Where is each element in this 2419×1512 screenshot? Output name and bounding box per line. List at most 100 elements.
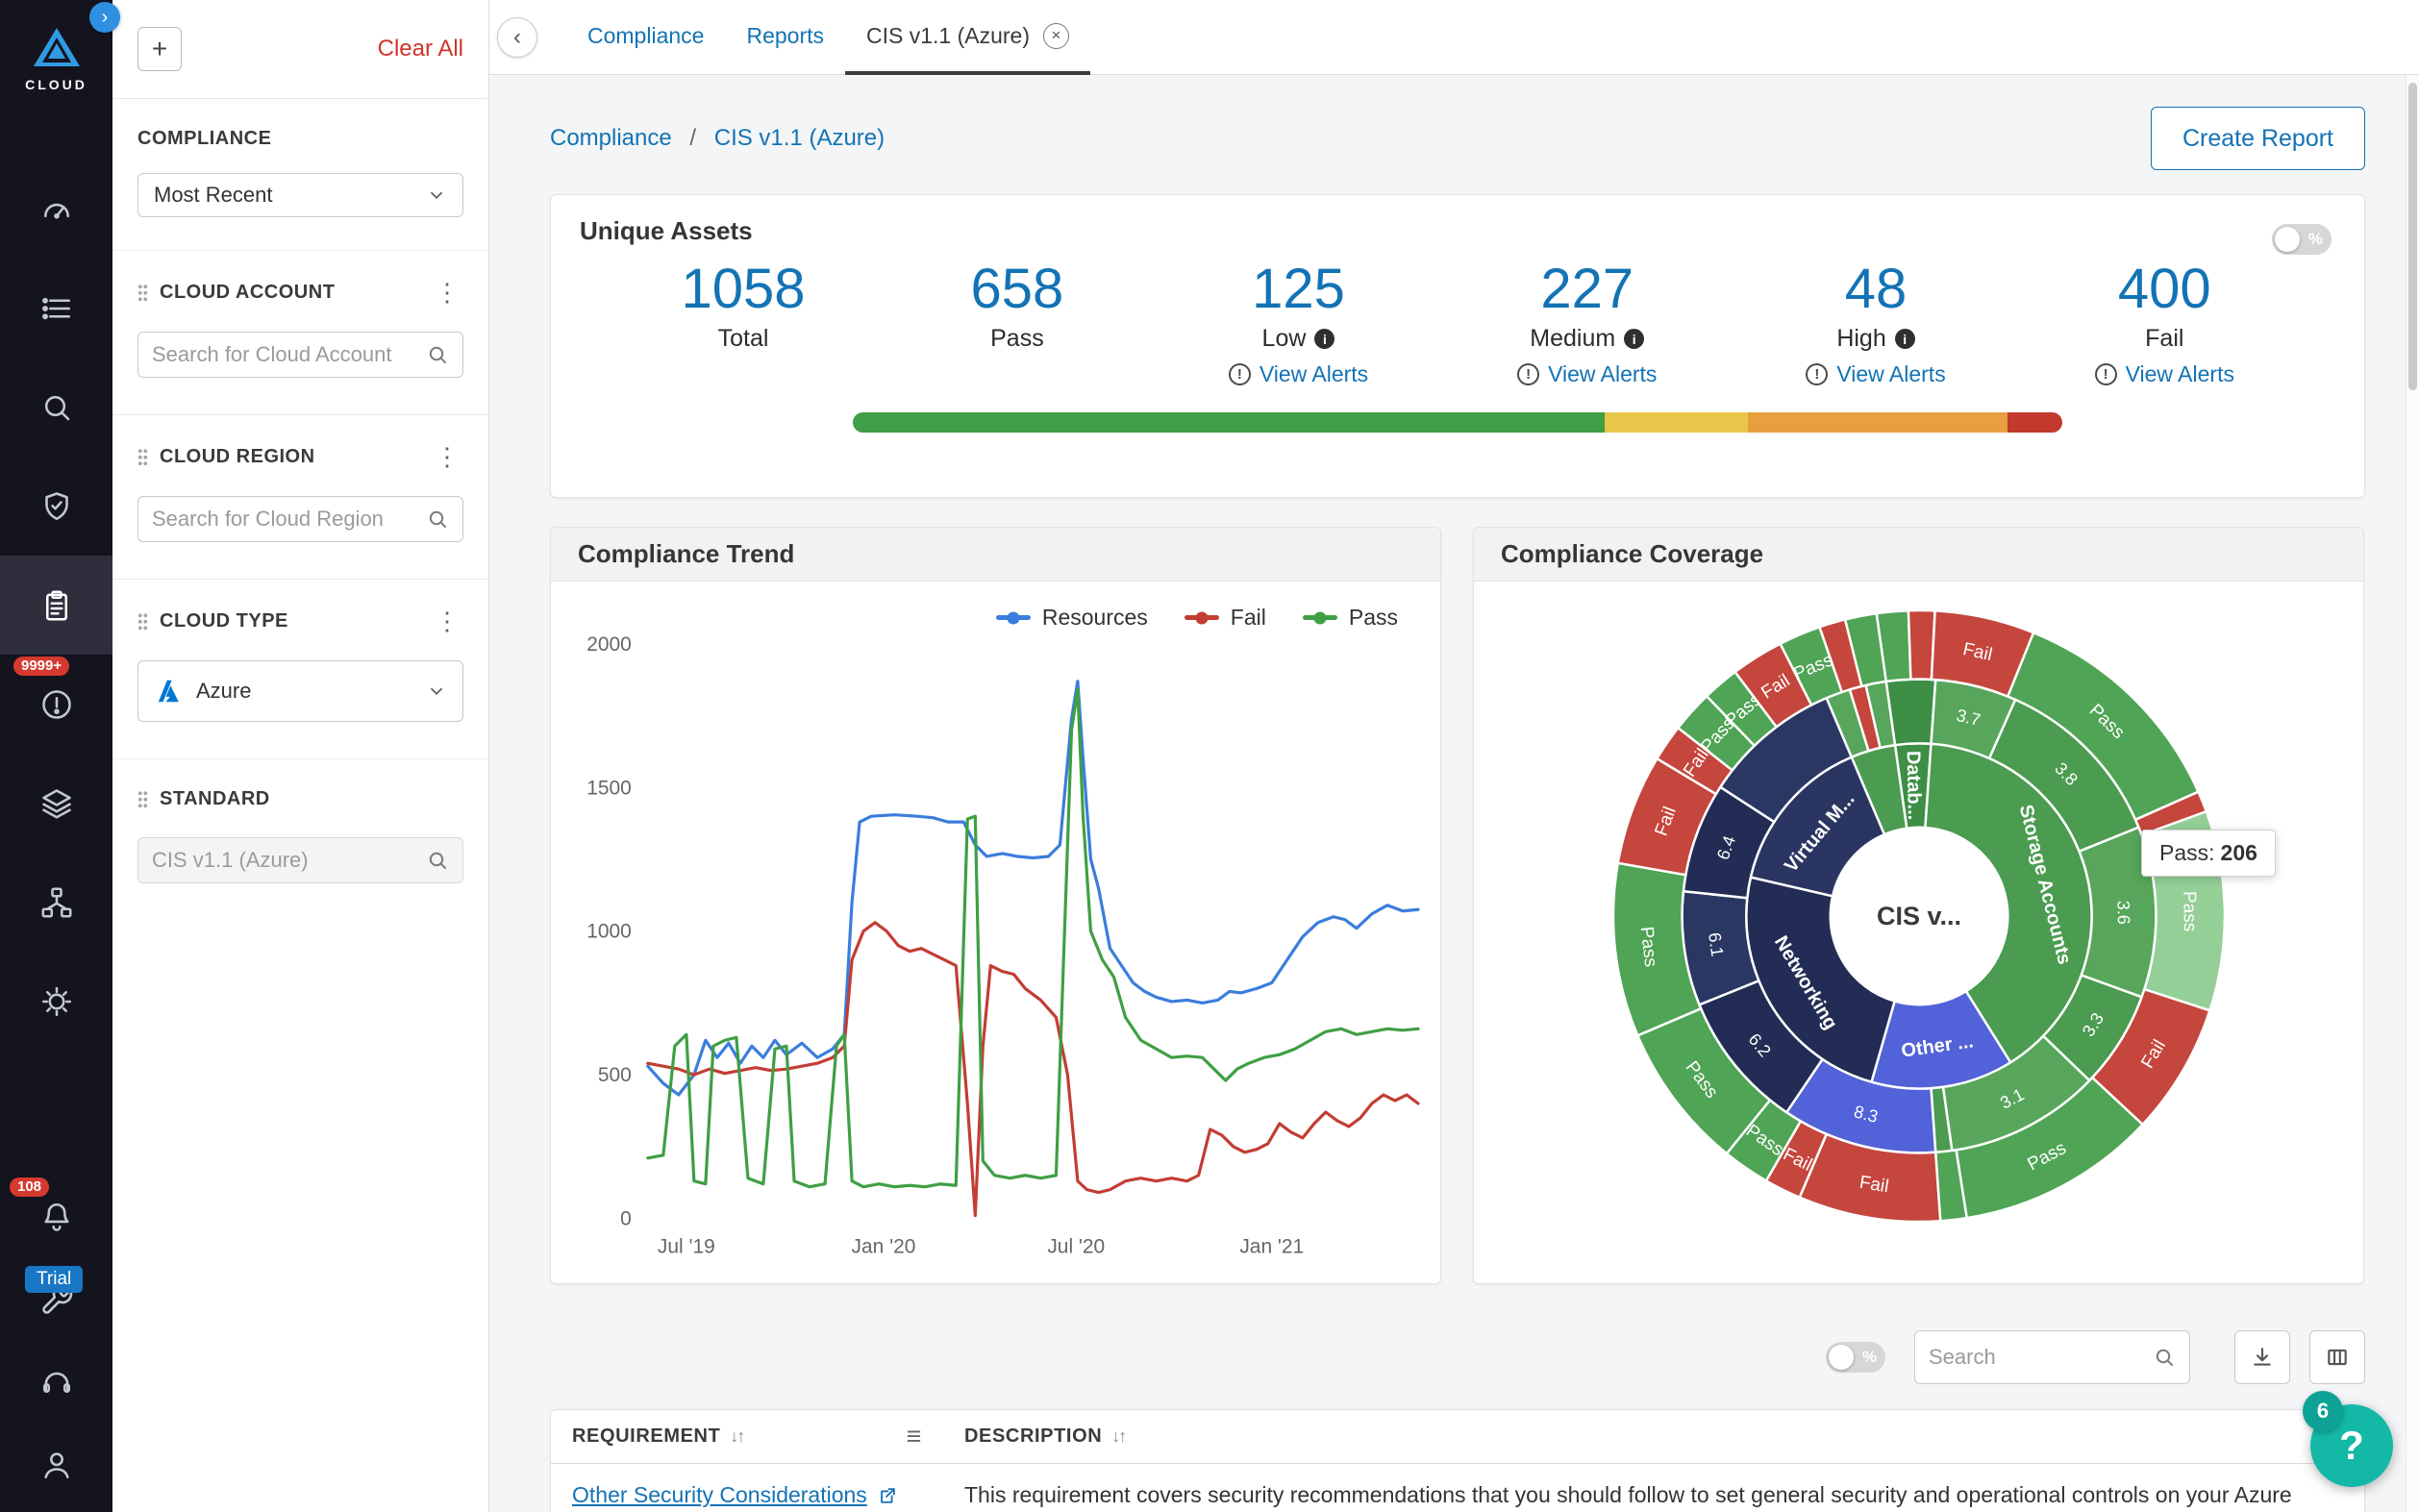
legend-item-fail[interactable]: Fail <box>1185 605 1266 631</box>
search-icon <box>39 390 74 425</box>
sort-select[interactable]: Most Recent <box>137 173 463 217</box>
view-alerts-link-low[interactable]: View Alerts <box>1259 361 1368 387</box>
search-icon <box>2153 1346 2176 1369</box>
trend-line-chart[interactable]: 0500100015002000Jul '19Jan '20Jul '20Jan… <box>551 582 1440 1283</box>
filter-section-cloud-region: CLOUD REGION ⋮ <box>112 414 488 579</box>
close-tab-icon[interactable]: × <box>1043 23 1069 49</box>
alert-icon: ! <box>1806 363 1828 385</box>
breadcrumb-separator: / <box>689 125 696 151</box>
breadcrumb-current-link[interactable]: CIS v1.1 (Azure) <box>714 125 885 151</box>
view-alerts-link-fail[interactable]: View Alerts <box>2126 361 2234 387</box>
toggle-knob <box>1829 1345 1854 1370</box>
tab-cis-v11-azure[interactable]: CIS v1.1 (Azure) × <box>845 0 1090 75</box>
info-icon[interactable]: i <box>1624 329 1644 349</box>
notifications-count-badge: 108 <box>10 1177 49 1197</box>
coverage-chart-area[interactable]: Datab...Storage AccountsOther ...Network… <box>1474 582 2363 1283</box>
sort-icon[interactable]: ↓↑ <box>1111 1426 1125 1447</box>
stat-value: 400 <box>2118 260 2211 319</box>
filter-panel-body: COMPLIANCE Most Recent CLOUD ACCOUNT ⋮ <box>112 99 488 1512</box>
filter-label-cloud-account: CLOUD ACCOUNT <box>160 282 431 304</box>
add-filter-button[interactable]: + <box>137 27 182 71</box>
stat-label: Medium <box>1530 325 1615 353</box>
table-search-input[interactable] <box>1929 1345 2153 1370</box>
toggle-knob <box>2275 227 2300 252</box>
cloud-region-search-input[interactable] <box>152 507 426 532</box>
sidebar-item-settings[interactable] <box>0 952 112 1051</box>
toggle-percent-label: % <box>2308 230 2323 249</box>
sidebar-item-dashboard[interactable] <box>0 160 112 259</box>
tab-label: Compliance <box>587 23 704 49</box>
stat-fail: 400 Fail !View Alerts <box>2095 260 2234 387</box>
assets-stats-row: 1058 Total 658 Pass 125 Lowi !View Alert… <box>580 260 2335 387</box>
legend-item-resources[interactable]: Resources <box>996 605 1148 631</box>
shield-check-icon <box>39 489 74 524</box>
view-alerts-link-high[interactable]: View Alerts <box>1836 361 1945 387</box>
tooltip-value: 206 <box>2221 840 2257 865</box>
legend-label: Pass <box>1349 605 1398 631</box>
kebab-menu-icon[interactable]: ⋮ <box>431 444 463 469</box>
drag-handle-icon[interactable] <box>137 612 148 631</box>
kebab-menu-icon[interactable]: ⋮ <box>431 280 463 305</box>
drag-handle-icon[interactable] <box>137 790 148 808</box>
sidebar-item-compliance[interactable] <box>0 556 112 655</box>
sidebar-item-notifications[interactable]: 108 <box>0 1176 112 1258</box>
help-question-mark: ? <box>2339 1423 2364 1469</box>
svg-text:3.6: 3.6 <box>2113 901 2132 925</box>
info-icon[interactable]: i <box>1895 329 1915 349</box>
kebab-menu-icon[interactable]: ⋮ <box>431 608 463 633</box>
create-report-button[interactable]: Create Report <box>2151 107 2365 170</box>
column-menu-icon[interactable]: ≡ <box>907 1422 922 1451</box>
view-alerts-link-medium[interactable]: View Alerts <box>1548 361 1657 387</box>
sidebar-item-governance[interactable] <box>0 457 112 556</box>
alert-icon: ! <box>1229 363 1251 385</box>
sidebar-item-investigate[interactable] <box>0 358 112 457</box>
sidebar-item-support[interactable] <box>0 1341 112 1424</box>
filter-section-standard: STANDARD <box>112 758 488 920</box>
drag-handle-icon[interactable] <box>137 448 148 466</box>
breadcrumb-compliance-link[interactable]: Compliance <box>550 125 672 151</box>
svg-text:Datab...: Datab... <box>1902 751 1924 821</box>
sidebar-item-inventory[interactable] <box>0 259 112 358</box>
cloud-account-search-input[interactable] <box>152 342 426 367</box>
column-label: DESCRIPTION <box>964 1425 1102 1448</box>
coverage-sunburst-chart[interactable]: Datab...Storage AccountsOther ...Network… <box>1592 589 2246 1243</box>
chart-tooltip: Pass:206 <box>2141 830 2276 877</box>
sort-icon[interactable]: ↓↑ <box>730 1426 743 1447</box>
compliance-coverage-card: Compliance Coverage Datab...Storage Acco… <box>1473 527 2364 1284</box>
cloud-type-select[interactable]: Azure <box>137 660 463 722</box>
collapse-panel-button[interactable]: ‹ <box>497 17 537 58</box>
sidebar-item-profile[interactable] <box>0 1424 112 1506</box>
standard-search-input[interactable] <box>152 848 426 873</box>
app-logo[interactable]: CLOUD <box>25 25 87 150</box>
download-button[interactable] <box>2234 1330 2290 1384</box>
help-button[interactable]: 6 ? <box>2310 1404 2393 1487</box>
clear-all-filters-link[interactable]: Clear All <box>378 36 463 62</box>
tab-compliance[interactable]: Compliance <box>566 0 725 75</box>
svg-text:Jul '20: Jul '20 <box>1047 1235 1105 1257</box>
legend-label: Fail <box>1231 605 1266 631</box>
scrollbar-thumb[interactable] <box>2408 83 2417 390</box>
tab-reports[interactable]: Reports <box>725 0 845 75</box>
help-unread-badge: 6 <box>2303 1391 2343 1431</box>
drag-handle-icon[interactable] <box>137 284 148 302</box>
search-icon <box>426 849 449 872</box>
sidebar-item-alerts[interactable]: 9999+ <box>0 655 112 754</box>
percent-toggle[interactable]: % <box>2272 224 2332 255</box>
trend-chart-area[interactable]: Resources Fail Pass 0500100015002000Jul … <box>551 582 1440 1283</box>
info-icon[interactable]: i <box>1314 329 1334 349</box>
panel-expand-button[interactable]: › <box>89 2 120 33</box>
column-settings-button[interactable] <box>2309 1330 2365 1384</box>
table-percent-toggle[interactable]: % <box>1826 1342 1885 1373</box>
stat-label: Low <box>1262 325 1307 353</box>
svg-text:1500: 1500 <box>586 777 632 799</box>
azure-icon <box>154 677 183 706</box>
column-header-description: DESCRIPTION ↓↑ <box>943 1410 2364 1463</box>
legend-item-pass[interactable]: Pass <box>1303 605 1398 631</box>
sidebar-item-tools[interactable]: Trial <box>0 1258 112 1341</box>
sidebar-item-resources[interactable] <box>0 754 112 853</box>
filter-panel-heading: COMPLIANCE <box>137 128 463 150</box>
requirement-link[interactable]: Other Security Considerations <box>572 1479 898 1511</box>
legend-marker <box>1185 615 1219 620</box>
sidebar-item-topology[interactable] <box>0 853 112 952</box>
requirement-cell: Other Security Considerations <box>551 1464 943 1512</box>
